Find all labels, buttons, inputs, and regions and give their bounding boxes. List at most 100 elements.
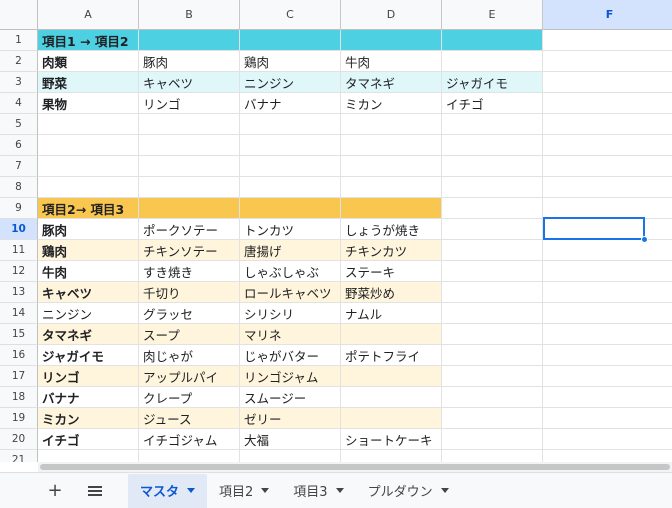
- cell-e14[interactable]: [442, 303, 543, 324]
- cell-f2[interactable]: [543, 51, 672, 72]
- row-header-7[interactable]: 7: [0, 156, 38, 177]
- cell-d20[interactable]: ショートケーキ: [341, 429, 442, 450]
- cell-c7[interactable]: [240, 156, 341, 177]
- column-header-e[interactable]: E: [442, 0, 543, 30]
- cell-d4[interactable]: ミカン: [341, 93, 442, 114]
- select-all-corner[interactable]: [0, 0, 38, 30]
- cell-b4[interactable]: リンゴ: [139, 93, 240, 114]
- cell-d10[interactable]: しょうが焼き: [341, 219, 442, 240]
- cell-d6[interactable]: [341, 135, 442, 156]
- cell-d11[interactable]: チキンカツ: [341, 240, 442, 261]
- cell-b10[interactable]: ポークソテー: [139, 219, 240, 240]
- chevron-down-icon[interactable]: [261, 488, 270, 493]
- cell-d13[interactable]: 野菜炒め: [341, 282, 442, 303]
- cell-a12[interactable]: 牛肉: [38, 261, 139, 282]
- cell-f17[interactable]: [543, 366, 672, 387]
- cell-f16[interactable]: [543, 345, 672, 366]
- row-header-19[interactable]: 19: [0, 408, 38, 429]
- cell-a4[interactable]: 果物: [38, 93, 139, 114]
- cell-a16[interactable]: ジャガイモ: [38, 345, 139, 366]
- row-header-11[interactable]: 11: [0, 240, 38, 261]
- cell-c9[interactable]: [240, 198, 341, 219]
- cell-a21[interactable]: [38, 450, 139, 462]
- cell-c11[interactable]: 唐揚げ: [240, 240, 341, 261]
- cell-f15[interactable]: [543, 324, 672, 345]
- cell-d7[interactable]: [341, 156, 442, 177]
- row-header-18[interactable]: 18: [0, 387, 38, 408]
- cell-c16[interactable]: じゃがバター: [240, 345, 341, 366]
- cell-c14[interactable]: シリシリ: [240, 303, 341, 324]
- column-header-b[interactable]: B: [139, 0, 240, 30]
- cell-d17[interactable]: [341, 366, 442, 387]
- cell-d5[interactable]: [341, 114, 442, 135]
- cell-b12[interactable]: すき焼き: [139, 261, 240, 282]
- row-header-13[interactable]: 13: [0, 282, 38, 303]
- cell-b17[interactable]: アップルパイ: [139, 366, 240, 387]
- row-header-8[interactable]: 8: [0, 177, 38, 198]
- cell-a7[interactable]: [38, 156, 139, 177]
- cell-c13[interactable]: ロールキャベツ: [240, 282, 341, 303]
- row-header-9[interactable]: 9: [0, 198, 38, 219]
- cell-d14[interactable]: ナムル: [341, 303, 442, 324]
- cell-b5[interactable]: [139, 114, 240, 135]
- cell-e9[interactable]: [442, 198, 543, 219]
- cell-c17[interactable]: リンゴジャム: [240, 366, 341, 387]
- cell-a6[interactable]: [38, 135, 139, 156]
- row-header-4[interactable]: 4: [0, 93, 38, 114]
- cell-c10[interactable]: トンカツ: [240, 219, 341, 240]
- cell-f1[interactable]: [543, 30, 672, 51]
- cell-b7[interactable]: [139, 156, 240, 177]
- cell-e1[interactable]: [442, 30, 543, 51]
- cell-b6[interactable]: [139, 135, 240, 156]
- column-header-d[interactable]: D: [341, 0, 442, 30]
- cell-c15[interactable]: マリネ: [240, 324, 341, 345]
- cell-b1[interactable]: [139, 30, 240, 51]
- fill-handle[interactable]: [641, 236, 648, 243]
- cell-e5[interactable]: [442, 114, 543, 135]
- cell-b2[interactable]: 豚肉: [139, 51, 240, 72]
- cell-f3[interactable]: [543, 72, 672, 93]
- cell-a10[interactable]: 豚肉: [38, 219, 139, 240]
- cell-a14[interactable]: ニンジン: [38, 303, 139, 324]
- cell-e3[interactable]: ジャガイモ: [442, 72, 543, 93]
- row-header-15[interactable]: 15: [0, 324, 38, 345]
- horizontal-scrollbar[interactable]: [38, 462, 672, 472]
- cell-a19[interactable]: ミカン: [38, 408, 139, 429]
- column-header-c[interactable]: C: [240, 0, 341, 30]
- chevron-down-icon[interactable]: [440, 488, 449, 493]
- column-header-a[interactable]: A: [38, 0, 139, 30]
- cell-c4[interactable]: バナナ: [240, 93, 341, 114]
- cell-b16[interactable]: 肉じゃが: [139, 345, 240, 366]
- cell-e20[interactable]: [442, 429, 543, 450]
- cell-c6[interactable]: [240, 135, 341, 156]
- cell-a13[interactable]: キャベツ: [38, 282, 139, 303]
- cell-e6[interactable]: [442, 135, 543, 156]
- cell-b9[interactable]: [139, 198, 240, 219]
- cell-b3[interactable]: キャベツ: [139, 72, 240, 93]
- cell-b13[interactable]: 千切り: [139, 282, 240, 303]
- sheet-tab-1[interactable]: 項目2: [207, 474, 281, 508]
- cell-e21[interactable]: [442, 450, 543, 462]
- horizontal-scrollbar-thumb[interactable]: [40, 464, 670, 470]
- cell-c21[interactable]: [240, 450, 341, 462]
- cell-d3[interactable]: タマネギ: [341, 72, 442, 93]
- cell-e8[interactable]: [442, 177, 543, 198]
- cell-e12[interactable]: [442, 261, 543, 282]
- cell-f12[interactable]: [543, 261, 672, 282]
- cell-b14[interactable]: グラッセ: [139, 303, 240, 324]
- row-header-3[interactable]: 3: [0, 72, 38, 93]
- cell-e19[interactable]: [442, 408, 543, 429]
- row-header-17[interactable]: 17: [0, 366, 38, 387]
- cell-a9[interactable]: 項目2→ 項目3: [38, 198, 139, 219]
- cell-f9[interactable]: [543, 198, 672, 219]
- row-header-1[interactable]: 1: [0, 30, 38, 51]
- cell-c19[interactable]: ゼリー: [240, 408, 341, 429]
- sheet-tab-0[interactable]: マスタ: [128, 473, 208, 508]
- cell-c2[interactable]: 鶏肉: [240, 51, 341, 72]
- cell-d12[interactable]: ステーキ: [341, 261, 442, 282]
- cell-e15[interactable]: [442, 324, 543, 345]
- cell-a18[interactable]: バナナ: [38, 387, 139, 408]
- row-header-2[interactable]: 2: [0, 51, 38, 72]
- cell-b19[interactable]: ジュース: [139, 408, 240, 429]
- cell-c8[interactable]: [240, 177, 341, 198]
